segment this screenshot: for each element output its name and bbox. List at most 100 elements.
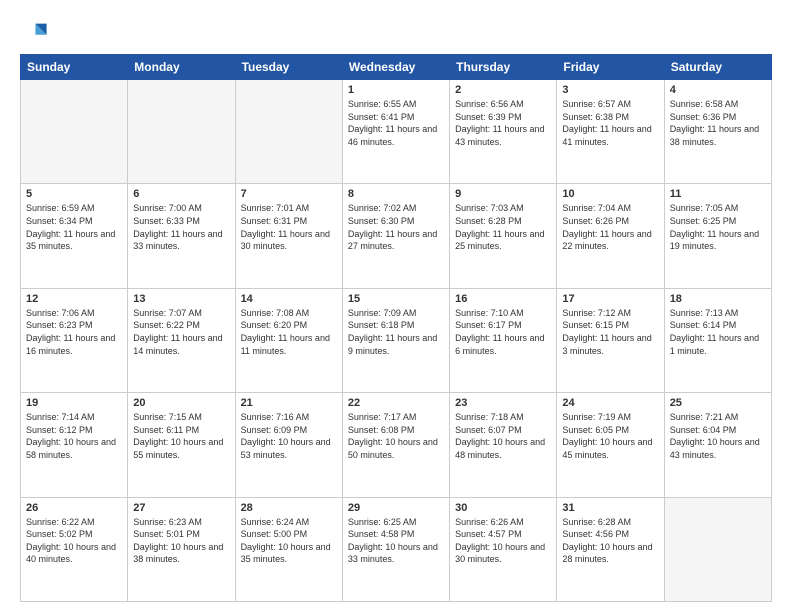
day-info: Sunrise: 7:15 AM Sunset: 6:11 PM Dayligh…	[133, 411, 229, 461]
day-info: Sunrise: 7:13 AM Sunset: 6:14 PM Dayligh…	[670, 307, 766, 357]
day-number: 2	[455, 84, 551, 96]
weekday-header-tuesday: Tuesday	[235, 55, 342, 80]
logo	[20, 18, 52, 46]
day-number: 1	[348, 84, 444, 96]
day-number: 9	[455, 188, 551, 200]
calendar-cell: 24 Sunrise: 7:19 AM Sunset: 6:05 PM Dayli…	[557, 393, 664, 497]
day-info: Sunrise: 6:57 AM Sunset: 6:38 PM Dayligh…	[562, 98, 658, 148]
calendar-cell: 22 Sunrise: 7:17 AM Sunset: 6:08 PM Dayli…	[342, 393, 449, 497]
calendar-week-5: 26 Sunrise: 6:22 AM Sunset: 5:02 PM Dayli…	[21, 497, 772, 601]
calendar-cell: 9 Sunrise: 7:03 AM Sunset: 6:28 PM Daylig…	[450, 184, 557, 288]
day-info: Sunrise: 7:19 AM Sunset: 6:05 PM Dayligh…	[562, 411, 658, 461]
calendar-cell: 28Sunrise: 6:24 AM Sunset: 5:00 PM Dayli…	[235, 497, 342, 601]
day-info: Sunrise: 7:18 AM Sunset: 6:07 PM Dayligh…	[455, 411, 551, 461]
calendar-week-3: 12Sunrise: 7:06 AM Sunset: 6:23 PM Dayli…	[21, 288, 772, 392]
day-number: 11	[670, 188, 766, 200]
calendar-cell: 6Sunrise: 7:00 AM Sunset: 6:33 PM Daylig…	[128, 184, 235, 288]
calendar-cell: 12Sunrise: 7:06 AM Sunset: 6:23 PM Dayli…	[21, 288, 128, 392]
weekday-header-thursday: Thursday	[450, 55, 557, 80]
calendar-cell: 19 Sunrise: 7:14 AM Sunset: 6:12 PM Dayli…	[21, 393, 128, 497]
calendar-cell: 20 Sunrise: 7:15 AM Sunset: 6:11 PM Dayli…	[128, 393, 235, 497]
day-info: Sunrise: 7:12 AM Sunset: 6:15 PM Dayligh…	[562, 307, 658, 357]
day-info: Sunrise: 7:03 AM Sunset: 6:28 PM Dayligh…	[455, 202, 551, 252]
day-info: Sunrise: 7:07 AM Sunset: 6:22 PM Dayligh…	[133, 307, 229, 357]
calendar-cell: 16Sunrise: 7:10 AM Sunset: 6:17 PM Dayli…	[450, 288, 557, 392]
day-info: Sunrise: 7:02 AM Sunset: 6:30 PM Dayligh…	[348, 202, 444, 252]
day-info: Sunrise: 7:17 AM Sunset: 6:08 PM Dayligh…	[348, 411, 444, 461]
day-number: 21	[241, 397, 337, 409]
weekday-header-monday: Monday	[128, 55, 235, 80]
calendar-cell: 15Sunrise: 7:09 AM Sunset: 6:18 PM Dayli…	[342, 288, 449, 392]
calendar-cell: 17Sunrise: 7:12 AM Sunset: 6:15 PM Dayli…	[557, 288, 664, 392]
day-number: 30	[455, 502, 551, 514]
calendar-cell: 14 Sunrise: 7:08 AM Sunset: 6:20 PM Dayli…	[235, 288, 342, 392]
calendar-cell: 25 Sunrise: 7:21 AM Sunset: 6:04 PM Dayli…	[664, 393, 771, 497]
day-number: 18	[670, 293, 766, 305]
day-number: 10	[562, 188, 658, 200]
calendar-cell: 21 Sunrise: 7:16 AM Sunset: 6:09 PM Dayli…	[235, 393, 342, 497]
calendar-cell	[21, 80, 128, 184]
day-info: Sunrise: 7:01 AM Sunset: 6:31 PM Dayligh…	[241, 202, 337, 252]
calendar-week-4: 19 Sunrise: 7:14 AM Sunset: 6:12 PM Dayli…	[21, 393, 772, 497]
day-info: Sunrise: 7:04 AM Sunset: 6:26 PM Dayligh…	[562, 202, 658, 252]
calendar-cell: 1 Sunrise: 6:55 AM Sunset: 6:41 PM Daylig…	[342, 80, 449, 184]
day-info: Sunrise: 6:28 AM Sunset: 4:56 PM Dayligh…	[562, 516, 658, 566]
calendar-table: SundayMondayTuesdayWednesdayThursdayFrid…	[20, 54, 772, 602]
day-number: 14	[241, 293, 337, 305]
weekday-header-sunday: Sunday	[21, 55, 128, 80]
calendar-cell: 29 Sunrise: 6:25 AM Sunset: 4:58 PM Dayli…	[342, 497, 449, 601]
day-info: Sunrise: 7:00 AM Sunset: 6:33 PM Dayligh…	[133, 202, 229, 252]
calendar-cell	[664, 497, 771, 601]
calendar-cell: 26 Sunrise: 6:22 AM Sunset: 5:02 PM Dayli…	[21, 497, 128, 601]
calendar-cell: 4 Sunrise: 6:58 AM Sunset: 6:36 PM Daylig…	[664, 80, 771, 184]
day-info: Sunrise: 7:16 AM Sunset: 6:09 PM Dayligh…	[241, 411, 337, 461]
calendar-cell: 31 Sunrise: 6:28 AM Sunset: 4:56 PM Dayli…	[557, 497, 664, 601]
weekday-header-wednesday: Wednesday	[342, 55, 449, 80]
calendar-cell: 27 Sunrise: 6:23 AM Sunset: 5:01 PM Dayli…	[128, 497, 235, 601]
day-info: Sunrise: 7:10 AM Sunset: 6:17 PM Dayligh…	[455, 307, 551, 357]
day-number: 27	[133, 502, 229, 514]
day-info: Sunrise: 7:21 AM Sunset: 6:04 PM Dayligh…	[670, 411, 766, 461]
day-number: 15	[348, 293, 444, 305]
day-number: 3	[562, 84, 658, 96]
day-number: 4	[670, 84, 766, 96]
page: SundayMondayTuesdayWednesdayThursdayFrid…	[0, 0, 792, 612]
calendar-cell: 18 Sunrise: 7:13 AM Sunset: 6:14 PM Dayli…	[664, 288, 771, 392]
calendar-cell: 3 Sunrise: 6:57 AM Sunset: 6:38 PM Daylig…	[557, 80, 664, 184]
calendar-cell: 13 Sunrise: 7:07 AM Sunset: 6:22 PM Dayli…	[128, 288, 235, 392]
logo-icon	[20, 18, 48, 46]
day-info: Sunrise: 7:06 AM Sunset: 6:23 PM Dayligh…	[26, 307, 122, 357]
day-number: 20	[133, 397, 229, 409]
day-info: Sunrise: 7:05 AM Sunset: 6:25 PM Dayligh…	[670, 202, 766, 252]
day-number: 23	[455, 397, 551, 409]
day-info: Sunrise: 6:24 AM Sunset: 5:00 PM Dayligh…	[241, 516, 337, 566]
calendar-week-1: 1 Sunrise: 6:55 AM Sunset: 6:41 PM Daylig…	[21, 80, 772, 184]
calendar-cell	[128, 80, 235, 184]
day-info: Sunrise: 6:56 AM Sunset: 6:39 PM Dayligh…	[455, 98, 551, 148]
day-info: Sunrise: 7:14 AM Sunset: 6:12 PM Dayligh…	[26, 411, 122, 461]
day-number: 5	[26, 188, 122, 200]
day-number: 31	[562, 502, 658, 514]
day-number: 25	[670, 397, 766, 409]
day-info: Sunrise: 6:23 AM Sunset: 5:01 PM Dayligh…	[133, 516, 229, 566]
calendar-cell: 11 Sunrise: 7:05 AM Sunset: 6:25 PM Dayli…	[664, 184, 771, 288]
calendar-cell: 30Sunrise: 6:26 AM Sunset: 4:57 PM Dayli…	[450, 497, 557, 601]
day-info: Sunrise: 6:22 AM Sunset: 5:02 PM Dayligh…	[26, 516, 122, 566]
day-info: Sunrise: 7:08 AM Sunset: 6:20 PM Dayligh…	[241, 307, 337, 357]
weekday-header-friday: Friday	[557, 55, 664, 80]
day-number: 7	[241, 188, 337, 200]
calendar-cell	[235, 80, 342, 184]
day-number: 13	[133, 293, 229, 305]
day-info: Sunrise: 6:55 AM Sunset: 6:41 PM Dayligh…	[348, 98, 444, 148]
day-number: 26	[26, 502, 122, 514]
day-info: Sunrise: 6:58 AM Sunset: 6:36 PM Dayligh…	[670, 98, 766, 148]
calendar-cell: 10 Sunrise: 7:04 AM Sunset: 6:26 PM Dayli…	[557, 184, 664, 288]
day-info: Sunrise: 6:25 AM Sunset: 4:58 PM Dayligh…	[348, 516, 444, 566]
day-number: 22	[348, 397, 444, 409]
day-number: 29	[348, 502, 444, 514]
weekday-header-saturday: Saturday	[664, 55, 771, 80]
calendar-cell: 8Sunrise: 7:02 AM Sunset: 6:30 PM Daylig…	[342, 184, 449, 288]
calendar-cell: 23 Sunrise: 7:18 AM Sunset: 6:07 PM Dayli…	[450, 393, 557, 497]
day-number: 24	[562, 397, 658, 409]
day-number: 19	[26, 397, 122, 409]
